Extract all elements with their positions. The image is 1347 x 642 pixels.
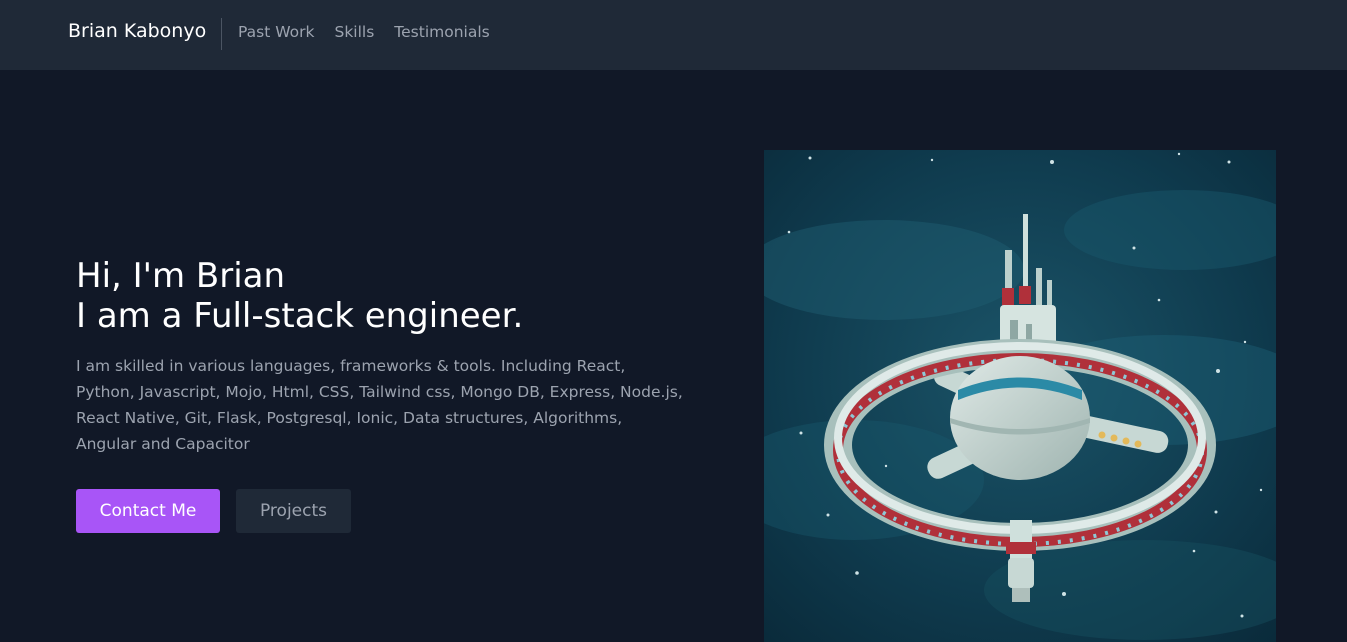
hero-title: Hi, I'm Brian I am a Full-stack engineer… [76,256,523,336]
contact-me-button[interactable]: Contact Me [76,489,220,533]
nav-link-testimonials[interactable]: Testimonials [394,23,489,41]
main-nav: Past Work Skills Testimonials [238,23,490,41]
hero-title-line-1: Hi, I'm Brian [76,256,286,296]
header-divider [221,18,222,50]
hero-description: I am skilled in various languages, frame… [76,357,683,453]
projects-button[interactable]: Projects [236,489,351,533]
space-station-illustration [764,150,1276,642]
nav-link-past-work[interactable]: Past Work [238,23,314,41]
hero-title-line-2: I am a Full-stack engineer. [76,296,524,336]
site-brand[interactable]: Brian Kabonyo [68,20,206,42]
nav-link-skills[interactable]: Skills [334,23,374,41]
site-header: Brian Kabonyo Past Work Skills Testimoni… [0,0,1347,70]
